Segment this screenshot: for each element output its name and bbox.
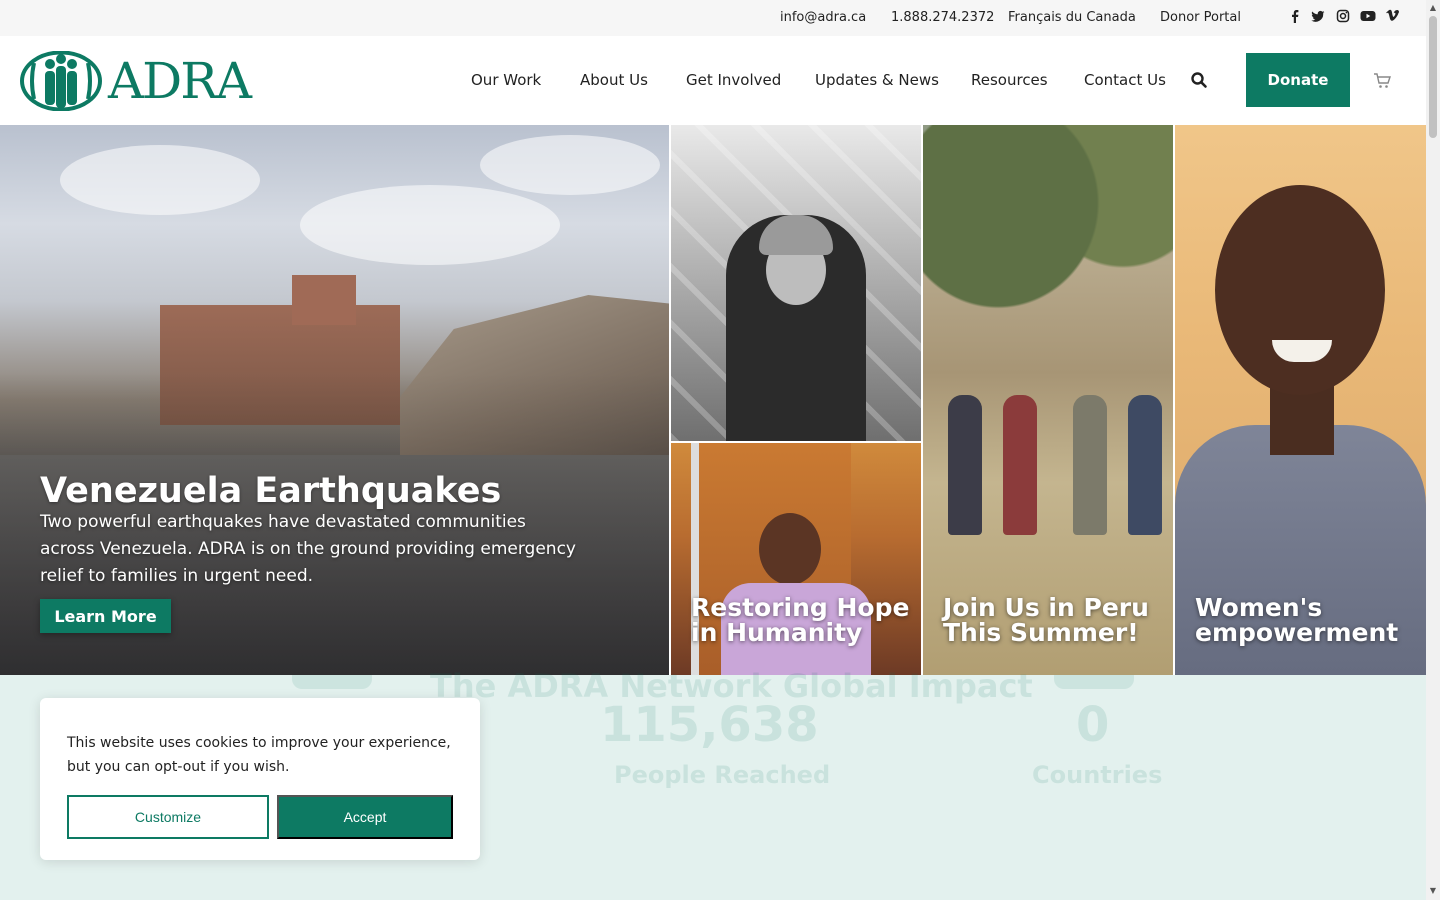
cookie-message: This website uses cookies to improve you…: [67, 735, 451, 775]
tile-title-restoring-hope: Restoring Hope in Humanity: [691, 593, 910, 647]
cookie-banner: This website uses cookies to improve you…: [40, 698, 480, 860]
hero-main-panel[interactable]: Venezuela Earthquakes Two powerful earth…: [0, 125, 669, 675]
trees-image: [923, 125, 1173, 385]
scroll-thumb[interactable]: [1429, 16, 1437, 138]
hero-title: Venezuela Earthquakes: [40, 471, 502, 511]
stat-countries-value: 0: [1076, 697, 1110, 753]
person-figure: [948, 395, 982, 535]
nav-our-work[interactable]: Our Work: [471, 71, 541, 89]
nav-resources[interactable]: Resources: [971, 71, 1048, 89]
accept-button[interactable]: Accept: [277, 795, 453, 839]
top-utility-bar: info@adra.ca 1.888.274.2372 Français du …: [0, 0, 1426, 36]
nav-about-us[interactable]: About Us: [580, 71, 648, 89]
adra-logo[interactable]: ADRA: [20, 50, 252, 112]
woman-face: [1215, 185, 1385, 395]
stat-people-reached-label: People Reached: [614, 761, 831, 789]
phone-link[interactable]: 1.888.274.2372: [891, 10, 994, 25]
instagram-icon[interactable]: [1336, 9, 1350, 25]
main-header: ADRA Our Work About Us Get Involved Upda…: [0, 36, 1426, 125]
stat-countries-label: Countries: [1032, 761, 1163, 789]
decorative-shape: [292, 675, 372, 689]
donor-portal-link[interactable]: Donor Portal: [1160, 10, 1241, 25]
tile-title-women-empowerment: Women's empowerment: [1195, 593, 1399, 647]
adra-globe-logo-icon: [20, 50, 102, 112]
scroll-down-arrow-icon[interactable]: ▼: [1426, 884, 1440, 898]
nav-get-involved[interactable]: Get Involved: [686, 71, 781, 89]
twitter-icon[interactable]: [1311, 9, 1325, 25]
search-icon[interactable]: [1190, 71, 1208, 89]
decorative-shape: [1054, 675, 1134, 689]
peru-tile[interactable]: Join Us in Peru This Summer!: [923, 125, 1173, 675]
person-figure: [1073, 395, 1107, 535]
hero-description: Two powerful earthquakes have devastated…: [40, 512, 576, 586]
vimeo-icon[interactable]: [1385, 9, 1400, 25]
person-face: [759, 513, 821, 585]
email-link[interactable]: info@adra.ca: [780, 10, 866, 25]
cart-icon[interactable]: [1373, 72, 1391, 89]
nav-contact-us[interactable]: Contact Us: [1084, 71, 1166, 89]
restoring-hope-tile[interactable]: Restoring Hope in Humanity: [671, 443, 921, 675]
language-link[interactable]: Français du Canada: [1008, 10, 1136, 25]
customize-button[interactable]: Customize: [67, 795, 269, 839]
tile-title-peru: Join Us in Peru This Summer!: [943, 593, 1149, 647]
hero-section: Venezuela Earthquakes Two powerful earth…: [0, 125, 1426, 675]
stat-people-reached-value: 115,638: [600, 697, 819, 753]
learn-more-button[interactable]: Learn More: [40, 599, 171, 633]
donate-button[interactable]: Donate: [1246, 53, 1350, 107]
women-empowerment-tile[interactable]: Women's empowerment: [1175, 125, 1426, 675]
logo-wordmark: ADRA: [108, 52, 252, 110]
scroll-up-arrow-icon[interactable]: ▲: [1426, 1, 1440, 15]
person-figure: [1128, 395, 1162, 535]
nav-updates-news[interactable]: Updates & News: [815, 71, 939, 89]
elderly-woman-photo: [671, 125, 921, 441]
page-scrollbar[interactable]: ▲ ▼: [1426, 0, 1440, 900]
facebook-icon[interactable]: [1288, 9, 1302, 25]
youtube-icon[interactable]: [1360, 9, 1376, 25]
person-figure: [1003, 395, 1037, 535]
hero-overlay: [0, 125, 669, 675]
